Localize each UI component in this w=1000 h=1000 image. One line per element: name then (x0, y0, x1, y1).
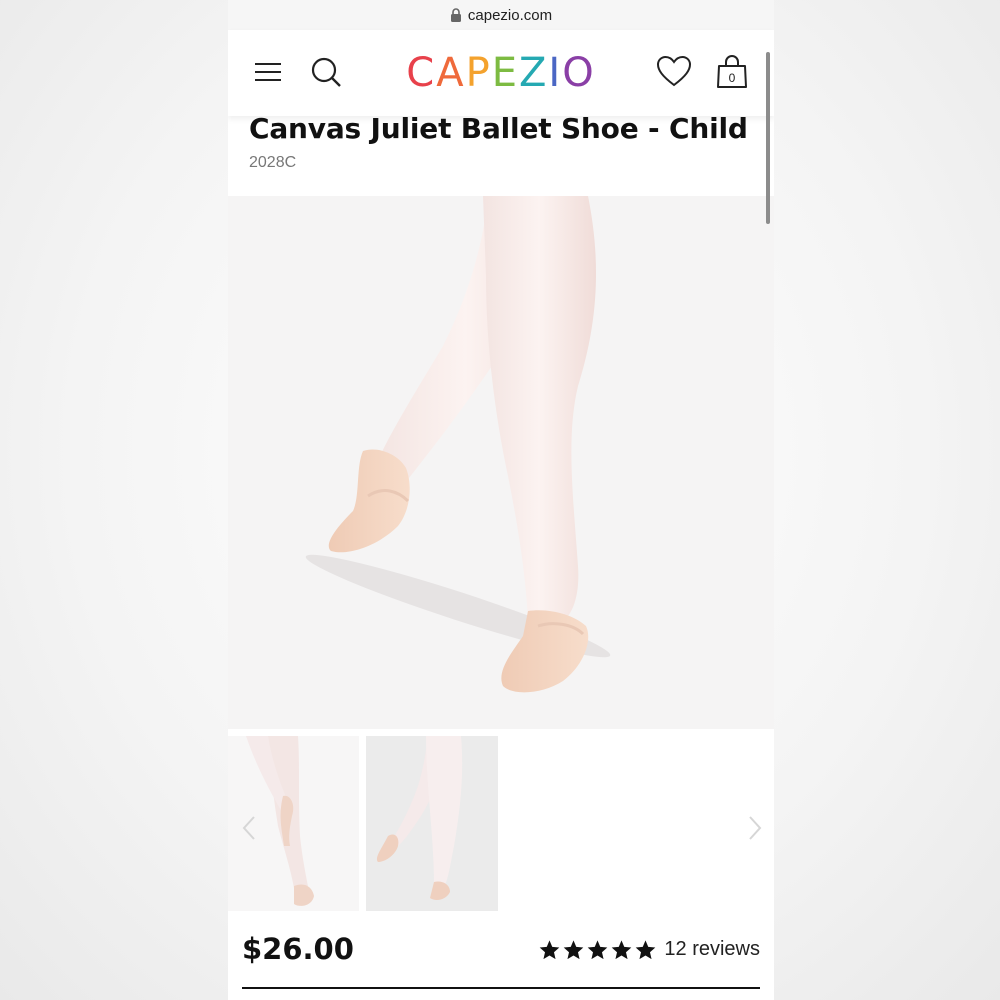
logo-letter: E (491, 50, 520, 96)
logo-letter: A (436, 50, 466, 96)
reviews-link[interactable]: 12 reviews (664, 938, 760, 961)
logo-letter: I (548, 50, 563, 96)
star-icon (636, 939, 656, 959)
browser-url-bar[interactable]: capezio.com (228, 0, 774, 30)
star-icon (540, 939, 560, 959)
star-icon (564, 939, 584, 959)
product-price: $26.00 (242, 932, 354, 966)
product-rating[interactable]: 12 reviews (538, 938, 760, 961)
chevron-left-icon[interactable] (240, 813, 260, 843)
shopping-bag-icon[interactable]: 0 (714, 54, 750, 90)
logo-letter: P (465, 50, 492, 96)
section-divider (242, 987, 760, 989)
ballet-legs-illustration (228, 196, 774, 729)
url-text: capezio.com (467, 6, 553, 24)
star-rating (538, 939, 658, 961)
cart-count: 0 (729, 71, 736, 85)
logo-letter: O (562, 50, 596, 96)
chevron-right-icon[interactable] (744, 813, 764, 843)
phone-screen: capezio.com CAPEZIO 0 Canvas Juliet Ball… (228, 0, 774, 1000)
site-header: CAPEZIO 0 (228, 30, 774, 116)
lock-icon (450, 8, 461, 22)
scrollbar[interactable] (766, 52, 770, 224)
logo-letter: Z (519, 50, 549, 96)
thumbnail-strip (228, 736, 774, 912)
star-icon (612, 939, 632, 959)
search-icon[interactable] (308, 54, 344, 90)
menu-icon[interactable] (250, 54, 286, 90)
thumbnail-2[interactable] (366, 736, 498, 911)
product-title: Canvas Juliet Ballet Shoe - Child (249, 112, 748, 145)
heart-icon[interactable] (656, 54, 692, 90)
capezio-logo[interactable]: CAPEZIO (378, 48, 624, 98)
logo-letter: C (406, 50, 437, 96)
product-main-image[interactable] (228, 196, 774, 729)
star-icon (588, 939, 608, 959)
product-sku: 2028C (249, 154, 297, 171)
